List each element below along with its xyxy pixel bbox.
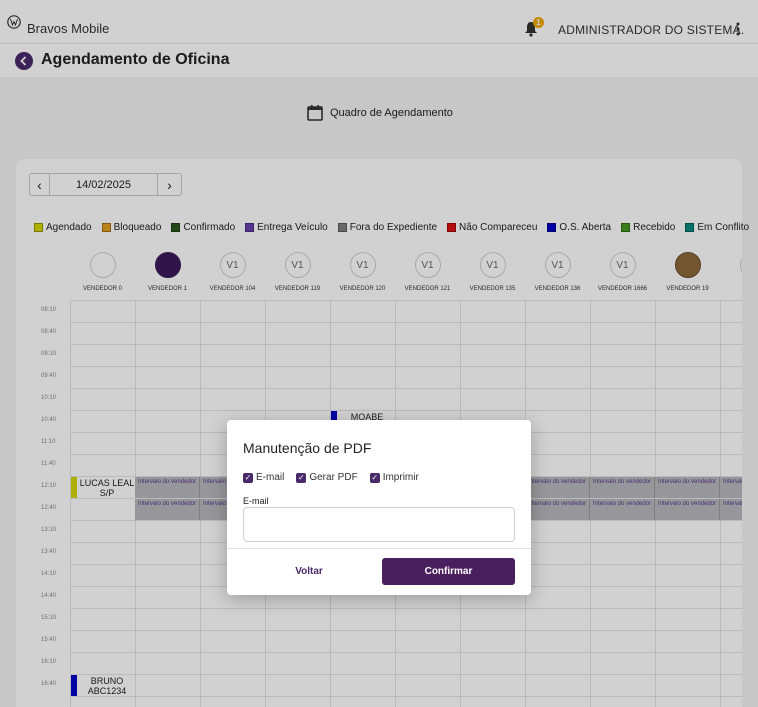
- generate-pdf-checkbox-label: Gerar PDF: [309, 472, 358, 483]
- email-checkbox[interactable]: ✓ E-mail: [243, 472, 284, 483]
- check-icon: ✓: [296, 472, 307, 483]
- back-button-dialog[interactable]: Voltar: [247, 558, 371, 585]
- dialog-divider: [227, 548, 531, 549]
- confirm-button[interactable]: Confirmar: [382, 558, 515, 585]
- options-checkboxes: ✓ E-mail ✓ Gerar PDF ✓ Imprimir: [243, 472, 419, 483]
- email-checkbox-label: E-mail: [256, 472, 285, 483]
- dialog-title: Manutenção de PDF: [243, 440, 372, 456]
- check-icon: ✓: [369, 472, 380, 483]
- email-field-label: E-mail: [243, 496, 269, 506]
- email-field[interactable]: [243, 507, 515, 542]
- print-checkbox[interactable]: ✓ Imprimir: [369, 472, 419, 483]
- print-checkbox-label: Imprimir: [382, 472, 419, 483]
- check-icon: ✓: [243, 472, 253, 483]
- modal-overlay[interactable]: [0, 0, 758, 707]
- pdf-maintenance-dialog: Manutenção de PDF ✓ E-mail ✓ Gerar PDF ✓…: [227, 420, 531, 595]
- generate-pdf-checkbox[interactable]: ✓ Gerar PDF: [296, 472, 358, 483]
